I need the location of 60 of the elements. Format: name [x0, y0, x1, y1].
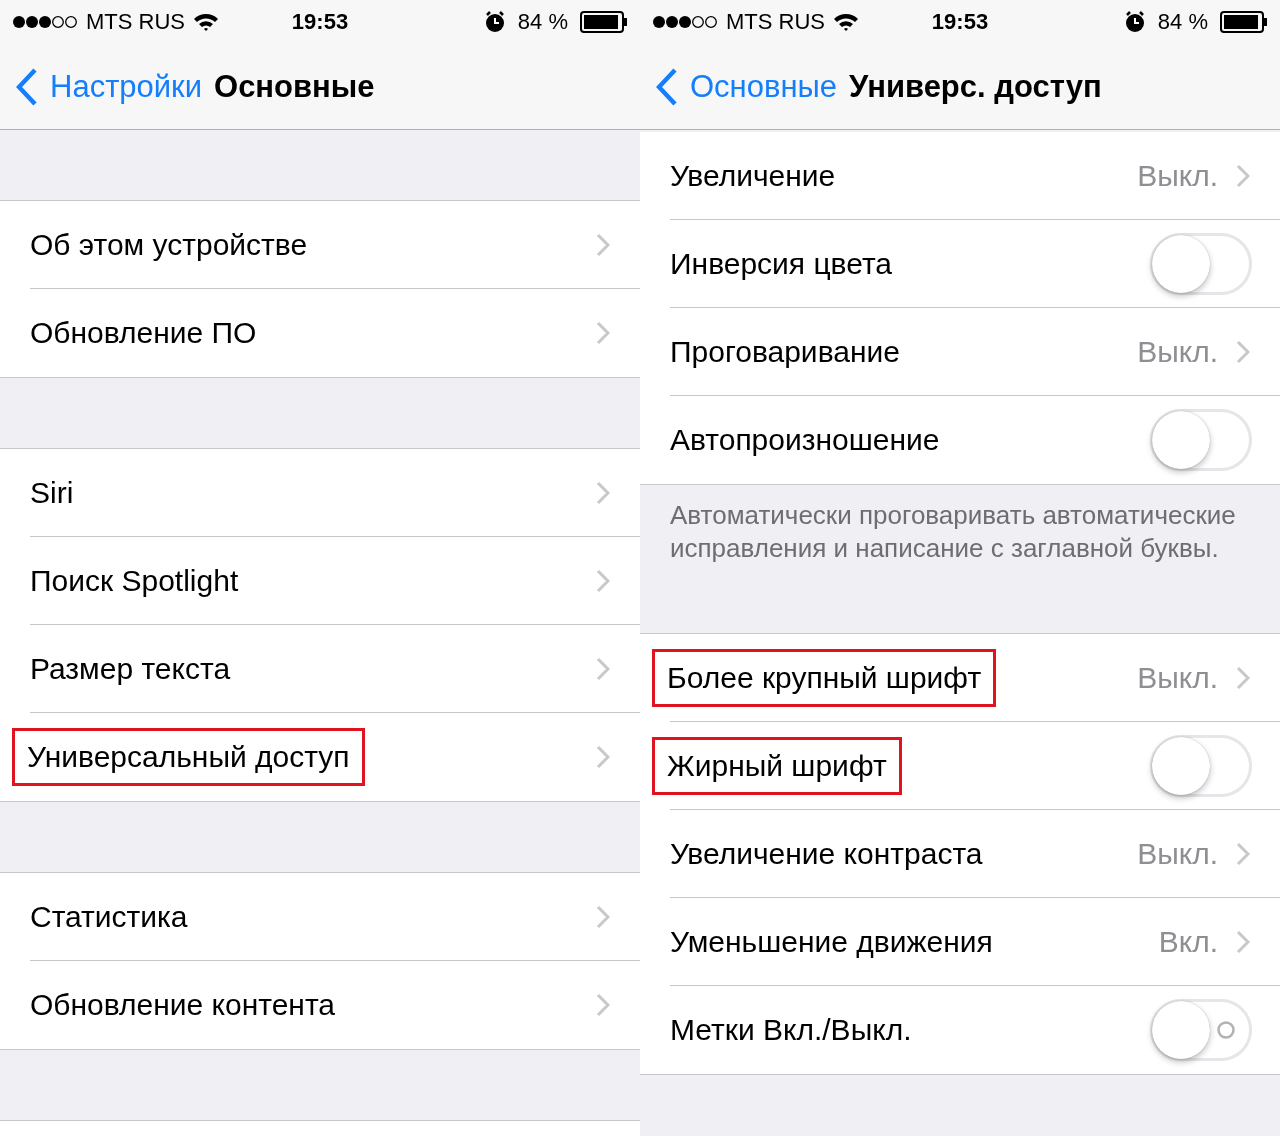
- row-value: Выкл.: [1137, 158, 1218, 193]
- row-label: Универсальный доступ: [15, 731, 362, 783]
- toggle-switch[interactable]: [1150, 999, 1252, 1061]
- row-label: Увеличение контраста: [670, 836, 983, 871]
- row-value: Вкл.: [1158, 924, 1218, 959]
- alarm-icon: [1123, 11, 1146, 33]
- row-label: Обновление контента: [30, 988, 335, 1022]
- battery-icon: [580, 11, 628, 33]
- chevron-icon: [1236, 339, 1250, 364]
- chevron-icon: [1236, 665, 1250, 690]
- carrier-name: MTS RUS: [86, 9, 185, 35]
- status-time: 19:53: [931, 9, 989, 34]
- chevron-icon: [596, 993, 610, 1017]
- toggle-switch[interactable]: [1150, 232, 1252, 295]
- row-label: Инверсия цвета: [670, 246, 892, 281]
- back-chevron-icon: [16, 67, 38, 106]
- row-label: Siri: [30, 475, 74, 510]
- chevron-icon: [1236, 841, 1250, 866]
- row-value: Выкл.: [1137, 334, 1218, 369]
- battery-icon: [1220, 11, 1268, 33]
- row-label: Автопроизношение: [670, 423, 940, 457]
- row-value: Выкл.: [1137, 660, 1218, 695]
- back-button[interactable]: Настройки: [16, 67, 202, 106]
- battery-level: 84 %: [517, 9, 568, 35]
- chevron-icon: [596, 232, 610, 257]
- row-label: Уменьшение движения: [670, 924, 993, 959]
- status-time: 19:53: [291, 9, 349, 34]
- row-label: Жирный шрифт: [655, 739, 899, 792]
- alarm-icon: [483, 11, 506, 33]
- chevron-icon: [596, 656, 610, 681]
- row-label: Размер текста: [30, 651, 231, 686]
- toggle-switch[interactable]: [1150, 734, 1252, 797]
- row-label: Метки Вкл./Выкл.: [670, 1013, 912, 1047]
- chevron-icon: [1236, 163, 1250, 188]
- nav-title: Универс. доступ: [849, 68, 1102, 105]
- chevron-icon: [596, 904, 610, 929]
- section-footer: Автоматически проговаривать автоматические исправления и написание с заглавной буквы.: [640, 485, 1280, 633]
- row-label: Проговаривание: [670, 334, 900, 369]
- row-value: Выкл.: [1137, 836, 1218, 871]
- battery-level: 84 %: [1157, 9, 1208, 35]
- signal-icon: [652, 15, 718, 29]
- chevron-icon: [596, 568, 610, 593]
- row-label: Увеличение: [670, 158, 836, 193]
- row-label: Обновление ПО: [30, 316, 257, 350]
- back-chevron-icon: [656, 67, 678, 106]
- row-label: Об этом устройстве: [30, 227, 308, 262]
- chevron-icon: [596, 480, 610, 505]
- row-label: Более крупный шрифт: [655, 651, 994, 704]
- chevron-icon: [596, 745, 610, 769]
- carrier-name: MTS RUS: [726, 9, 825, 35]
- nav-title: Основные: [214, 68, 375, 105]
- chevron-icon: [1236, 929, 1250, 954]
- wifi-icon: [833, 12, 859, 32]
- row-label: Статистика: [30, 899, 188, 934]
- wifi-icon: [193, 12, 219, 32]
- row-label: Поиск Spotlight: [30, 563, 239, 598]
- toggle-switch[interactable]: [1150, 409, 1252, 471]
- signal-icon: [12, 15, 78, 29]
- chevron-icon: [596, 321, 610, 345]
- back-button[interactable]: Основные: [656, 67, 838, 106]
